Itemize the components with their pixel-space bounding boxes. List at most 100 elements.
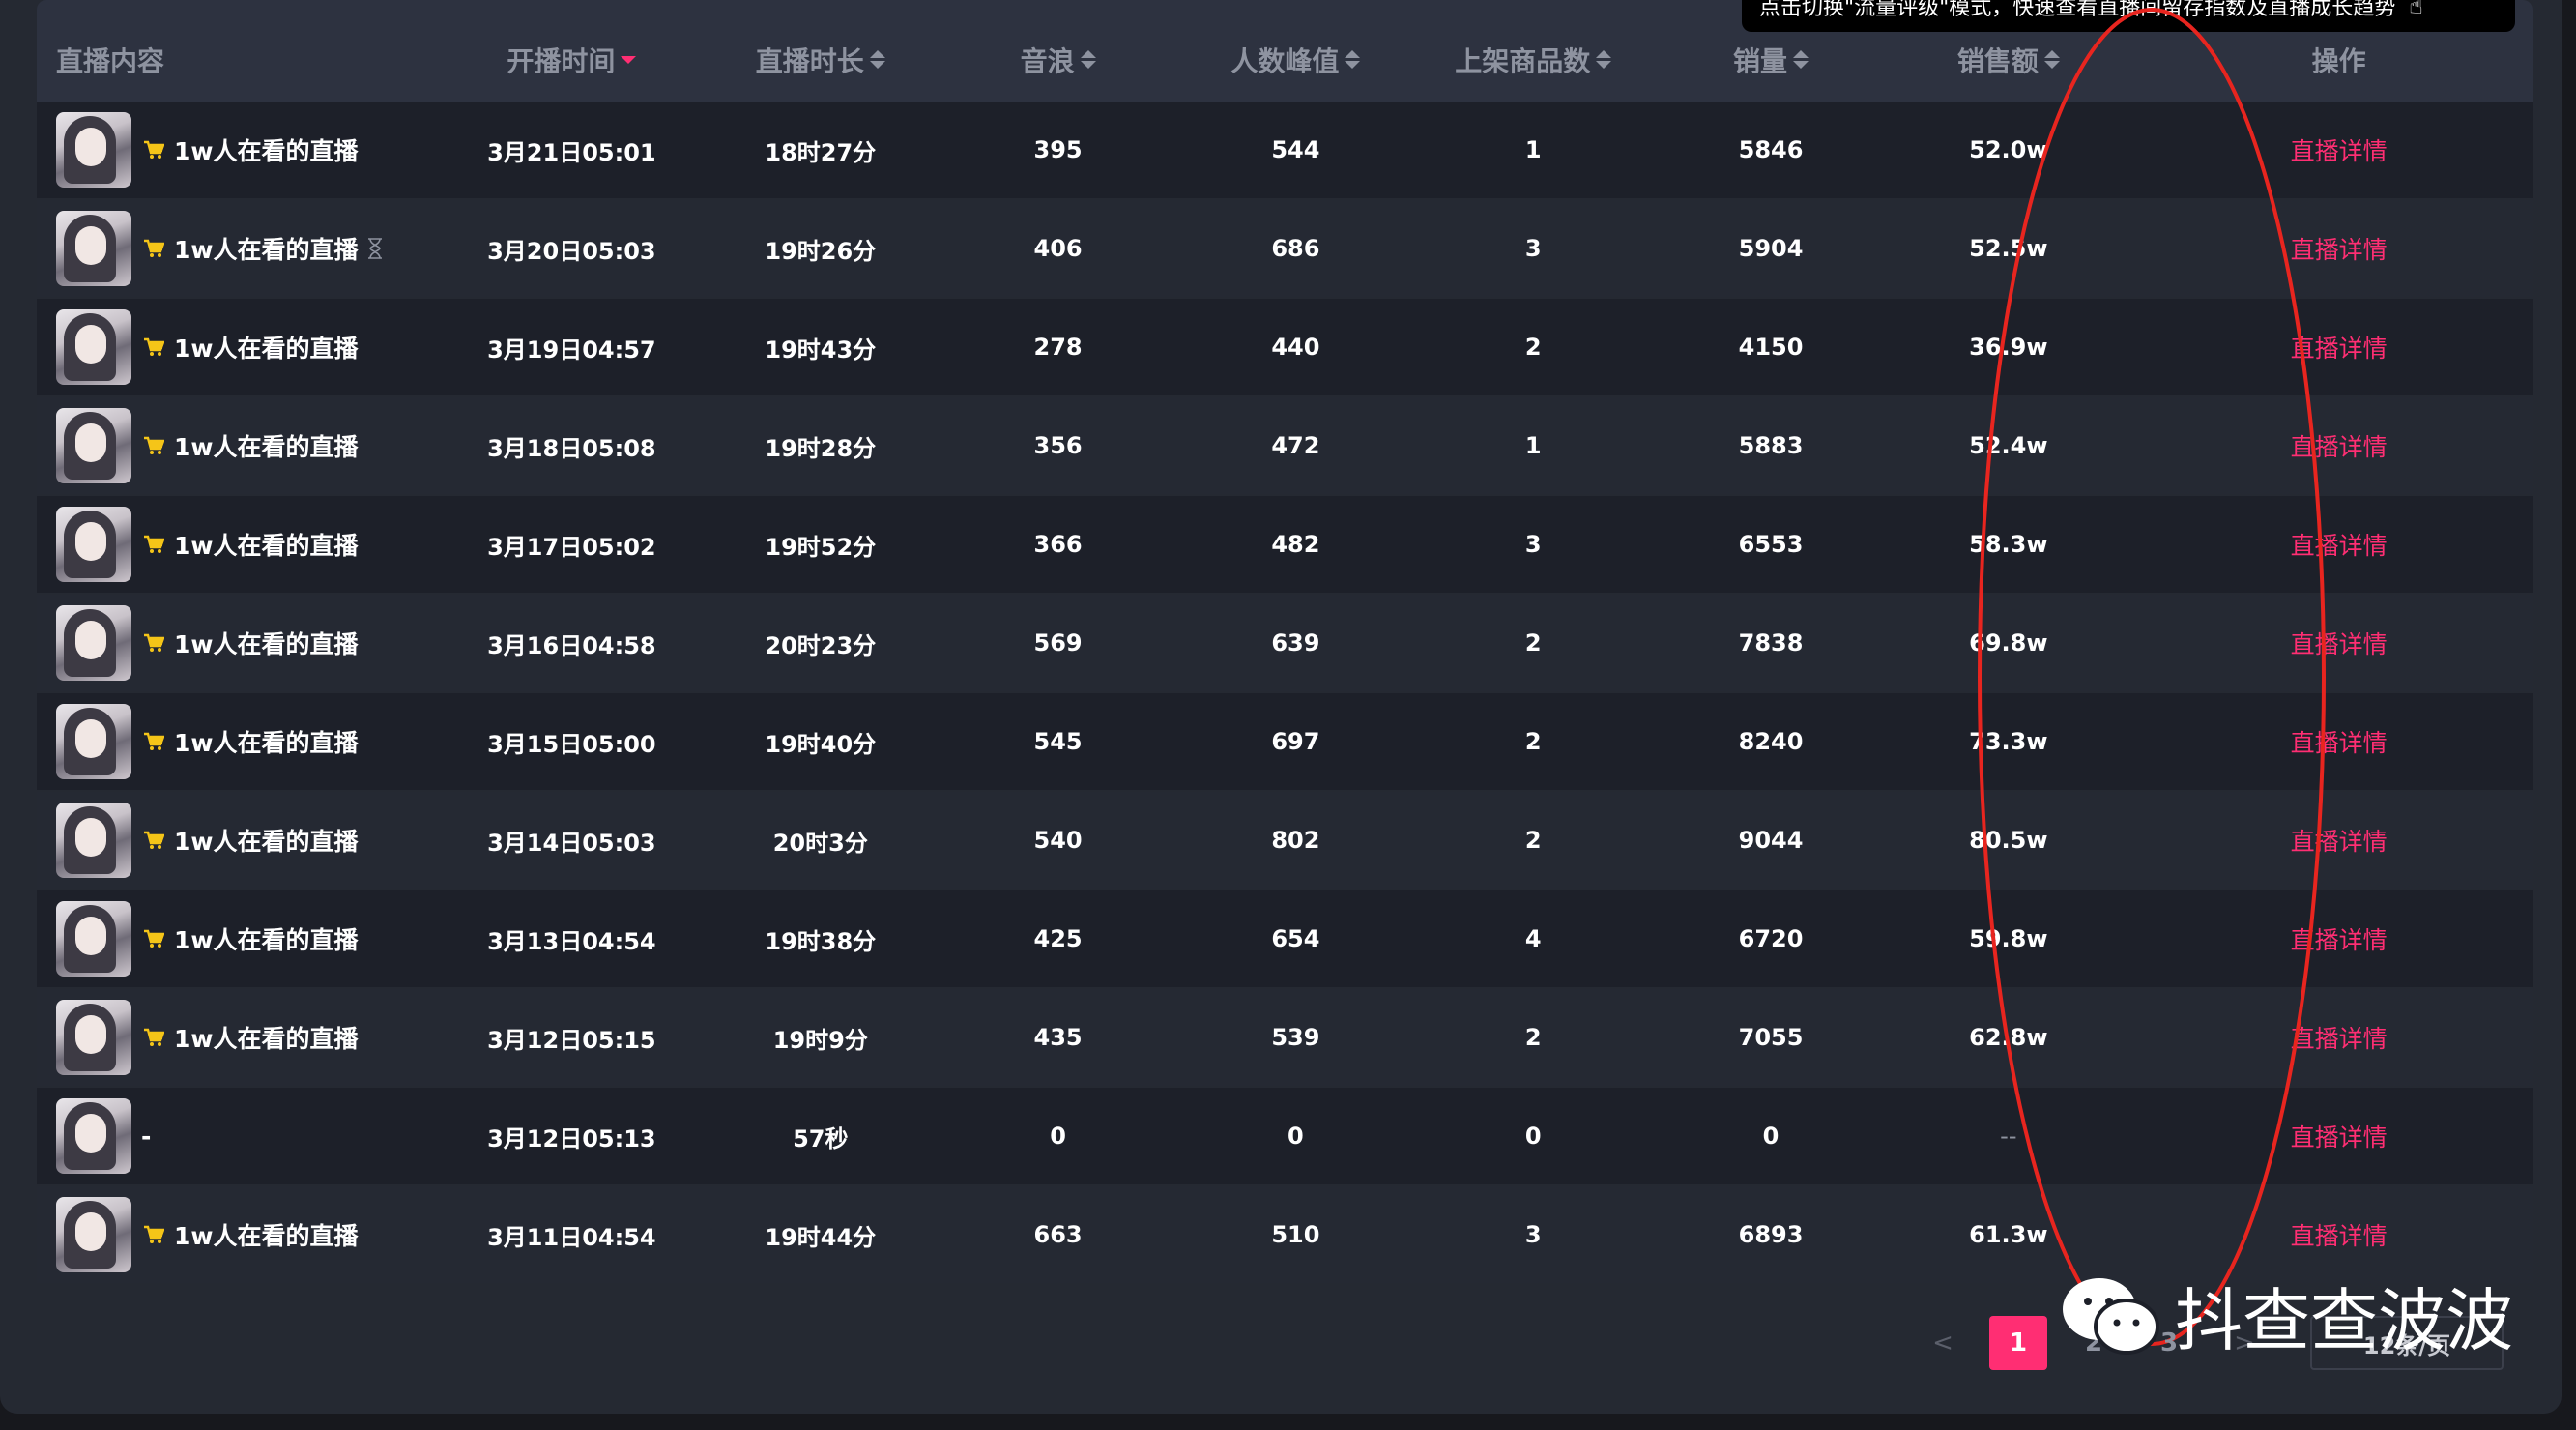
live-detail-link[interactable]: 直播详情 [2291, 1020, 2388, 1055]
header-start-time[interactable]: 开播时间 [423, 0, 719, 102]
sort-icon[interactable] [2043, 50, 2060, 69]
avatar[interactable] [56, 803, 131, 878]
live-content-cell[interactable]: - [37, 1088, 423, 1184]
start-time-cell: 3月14日05:03 [487, 829, 656, 857]
sort-icon[interactable] [621, 55, 637, 64]
live-title[interactable]: 1w人在看的直播 [174, 823, 359, 858]
avatar[interactable] [56, 1098, 131, 1174]
live-content-cell[interactable]: 1w人在看的直播 [37, 496, 423, 593]
start-time-cell: 3月20日05:03 [487, 237, 656, 265]
table-row[interactable]: - 3月12日05:13 57秒 0 0 0 0 -- 直播详情 [37, 1088, 2533, 1186]
peak-viewers-cell: 697 [1271, 728, 1320, 755]
page-1-button[interactable]: 1 [1989, 1316, 2047, 1370]
items-listed-cell: 2 [1524, 629, 1542, 657]
avatar[interactable] [56, 112, 131, 188]
live-content-cell[interactable]: 1w人在看的直播 [37, 890, 423, 987]
start-time-cell: 3月11日04:54 [487, 1223, 656, 1251]
header-items-listed[interactable]: 上架商品数 [1397, 0, 1670, 102]
live-detail-link[interactable]: 直播详情 [2291, 527, 2388, 562]
live-content-cell[interactable]: 1w人在看的直播 [37, 200, 423, 297]
next-page-button[interactable]: > [2215, 1316, 2273, 1370]
table-row[interactable]: 1w人在看的直播 3月19日04:57 19时43分 278 440 2 4150 36.9w… [37, 299, 2533, 397]
avatar[interactable] [56, 605, 131, 681]
yinlang-cell: 278 [1033, 334, 1083, 361]
live-title[interactable]: 1w人在看的直播 [174, 1217, 359, 1252]
items-listed-cell: 2 [1524, 728, 1542, 755]
avatar[interactable] [56, 704, 131, 779]
live-title[interactable]: 1w人在看的直播 [174, 132, 359, 167]
mode-switch-tooltip[interactable]: 点击切换"流量评级"模式，快速查看直播间留存指数及直播成长趋势 ☝ [1742, 0, 2515, 32]
avatar[interactable] [56, 309, 131, 385]
table-row[interactable]: 1w人在看的直播 3月13日04:54 19时38分 425 654 4 6720 59.8w… [37, 890, 2533, 989]
live-detail-link[interactable]: 直播详情 [2291, 428, 2388, 463]
avatar[interactable] [56, 1000, 131, 1075]
peak-viewers-cell: 686 [1271, 235, 1320, 262]
action-cell: 直播详情 [2145, 792, 2533, 889]
live-content-cell[interactable]: 1w人在看的直播 [37, 693, 423, 790]
live-content-cell[interactable]: 1w人在看的直播 [37, 102, 423, 198]
live-detail-link[interactable]: 直播详情 [2291, 823, 2388, 858]
avatar[interactable] [56, 901, 131, 977]
sort-icon[interactable] [1345, 50, 1361, 69]
table-row[interactable]: 1w人在看的直播 3月18日05:08 19时28分 356 472 1 5883 52.4w… [37, 397, 2533, 496]
table-row[interactable]: 1w人在看的直播 3月11日04:54 19时44分 663 510 3 6893 61.3w… [37, 1186, 2533, 1285]
action-cell: 直播详情 [2145, 496, 2533, 593]
sort-icon[interactable] [869, 50, 885, 69]
table-row[interactable]: 1w人在看的直播 3月17日05:02 19时52分 366 482 3 6553 58.3w… [37, 496, 2533, 595]
shopping-cart-icon [143, 731, 165, 752]
avatar[interactable] [56, 408, 131, 483]
table-row[interactable]: 1w人在看的直播 3月15日05:00 19时40分 545 697 2 8240 73.3w… [37, 693, 2533, 792]
sales-cell: 7055 [1738, 1024, 1804, 1051]
header-duration[interactable]: 直播时长 [719, 0, 921, 102]
avatar[interactable] [56, 1197, 131, 1272]
live-title[interactable]: 1w人在看的直播 [174, 724, 359, 759]
table-row[interactable]: 1w人在看的直播 3月12日05:15 19时9分 435 539 2 7055 62.8w 直… [37, 989, 2533, 1088]
live-title[interactable]: 1w人在看的直播 [174, 428, 359, 463]
live-content-cell[interactable]: 1w人在看的直播 [37, 989, 423, 1086]
header-peak-viewers[interactable]: 人数峰值 [1195, 0, 1397, 102]
yinlang-cell: 545 [1033, 728, 1083, 755]
live-detail-link[interactable]: 直播详情 [2291, 1119, 2388, 1153]
header-yinlang[interactable]: 音浪 [921, 0, 1195, 102]
live-content-cell[interactable]: 1w人在看的直播 [37, 595, 423, 691]
table-row[interactable]: 1w人在看的直播 3月16日04:58 20时23分 569 639 2 7838 69.8w… [37, 595, 2533, 693]
avatar[interactable] [56, 211, 131, 286]
live-title[interactable]: - [141, 1123, 151, 1151]
live-detail-link[interactable]: 直播详情 [2291, 724, 2388, 759]
live-title[interactable]: 1w人在看的直播 [174, 330, 359, 365]
live-detail-link[interactable]: 直播详情 [2291, 330, 2388, 365]
live-content-cell[interactable]: 1w人在看的直播 [37, 299, 423, 395]
live-title[interactable]: 1w人在看的直播 [174, 921, 359, 956]
hourglass-icon [366, 238, 384, 259]
table-row[interactable]: 1w人在看的直播 3月21日05:01 18时27分 395 544 1 5846 52.0w… [37, 102, 2533, 200]
live-title[interactable]: 1w人在看的直播 [174, 626, 359, 660]
table-row[interactable]: 1w人在看的直播 3月20日05:03 19时26分 406 686 3 5904 52.5w… [37, 200, 2533, 299]
sort-icon[interactable] [1596, 50, 1612, 69]
sales-cell: 0 [1762, 1123, 1780, 1150]
table-row[interactable]: 1w人在看的直播 3月14日05:03 20时3分 540 802 2 9044 80.5w 直… [37, 792, 2533, 890]
live-title[interactable]: 1w人在看的直播 [174, 527, 359, 562]
duration-cell: 19时43分 [765, 336, 877, 364]
live-detail-link[interactable]: 直播详情 [2291, 1217, 2388, 1252]
revenue-cell: 69.8w [1969, 629, 2048, 657]
page-2-button[interactable]: 2 [2065, 1316, 2123, 1370]
live-detail-link[interactable]: 直播详情 [2291, 231, 2388, 266]
sort-icon[interactable] [1793, 50, 1809, 69]
page-3-button[interactable]: 3 [2140, 1316, 2198, 1370]
prev-page-button[interactable]: < [1914, 1316, 1972, 1370]
sort-icon[interactable] [1080, 50, 1096, 69]
live-detail-link[interactable]: 直播详情 [2291, 132, 2388, 167]
live-detail-link[interactable]: 直播详情 [2291, 626, 2388, 660]
live-detail-link[interactable]: 直播详情 [2291, 921, 2388, 956]
live-title[interactable]: 1w人在看的直播 [174, 1020, 359, 1055]
live-content-cell[interactable]: 1w人在看的直播 [37, 792, 423, 889]
revenue-cell: 36.9w [1969, 334, 2048, 361]
shopping-cart-icon [143, 139, 165, 161]
avatar[interactable] [56, 507, 131, 582]
page-size-select[interactable]: 12条/页 [2310, 1316, 2504, 1370]
revenue-cell: 73.3w [1969, 728, 2048, 755]
live-content-cell[interactable]: 1w人在看的直播 [37, 1186, 423, 1283]
live-title[interactable]: 1w人在看的直播 [174, 231, 359, 266]
live-content-cell[interactable]: 1w人在看的直播 [37, 397, 423, 494]
start-time-cell: 3月12日05:13 [487, 1124, 656, 1153]
